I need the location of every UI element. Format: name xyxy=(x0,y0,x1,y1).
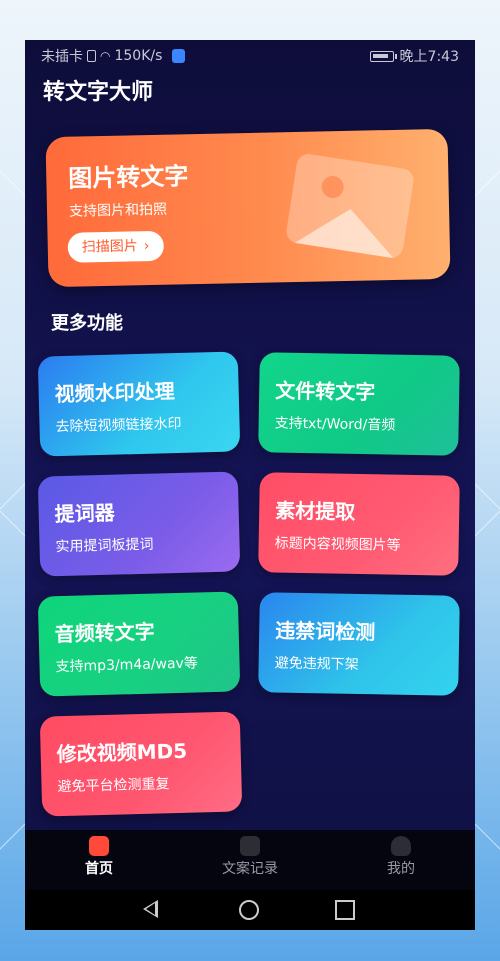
feature-subtitle: 支持txt/Word/音频 xyxy=(274,415,396,434)
chevron-right-icon: › xyxy=(143,238,150,255)
feature-title: 修改视频MD5 xyxy=(56,738,188,767)
feature-teleprompter[interactable]: 提词器 实用提词板提词 xyxy=(37,471,241,577)
tab-mine[interactable]: 我的 xyxy=(341,836,461,878)
feature-title: 违禁词检测 xyxy=(275,618,376,645)
tab-label: 首页 xyxy=(85,861,113,877)
document-icon xyxy=(240,836,260,856)
hero-title: 图片转文字 xyxy=(68,162,189,193)
feature-md5[interactable]: 修改视频MD5 避免平台检测重复 xyxy=(39,711,243,817)
network-speed: 150K/s xyxy=(114,48,163,64)
tab-copy-records[interactable]: 文案记录 xyxy=(190,836,310,878)
bottom-tab-bar: 首页 文案记录 我的 xyxy=(25,830,475,890)
feature-material-extract[interactable]: 素材提取 标题内容视频图片等 xyxy=(258,472,460,576)
status-time: 晚上7:43 xyxy=(399,49,459,65)
feature-file-to-text[interactable]: 文件转文字 支持txt/Word/音频 xyxy=(258,352,460,456)
status-left: 未插卡 ◠ 150K/s xyxy=(41,46,186,66)
picture-icon xyxy=(284,152,416,260)
status-right: 晚上7:43 xyxy=(369,46,459,66)
image-to-text-card[interactable]: 图片转文字 支持图片和拍照 扫描图片 › xyxy=(45,128,451,288)
picture-sun xyxy=(320,174,346,200)
status-bar: 未插卡 ◠ 150K/s 晚上7:43 xyxy=(25,40,475,70)
feature-audio-to-text[interactable]: 音频转文字 支持mp3/m4a/wav等 xyxy=(37,591,241,697)
battery-icon xyxy=(369,50,397,62)
feature-forbidden-words[interactable]: 违禁词检测 避免违规下架 xyxy=(258,592,460,696)
back-icon[interactable] xyxy=(143,900,158,918)
feature-video-watermark[interactable]: 视频水印处理 去除短视频链接水印 xyxy=(37,351,241,457)
scan-image-label: 扫描图片 xyxy=(81,238,138,256)
tab-home[interactable]: 首页 xyxy=(39,836,159,878)
sim-status-text: 未插卡 xyxy=(41,49,83,65)
app-title: 转文字大师 xyxy=(43,80,154,105)
shield-icon xyxy=(172,49,186,63)
tab-label: 我的 xyxy=(387,861,415,877)
tab-label: 文案记录 xyxy=(222,861,278,877)
picture-mountain xyxy=(294,201,400,259)
feature-subtitle: 标题内容视频图片等 xyxy=(274,535,401,554)
feature-subtitle: 去除短视频链接水印 xyxy=(55,415,182,436)
feature-title: 文件转文字 xyxy=(275,378,376,405)
phone-screen: 未插卡 ◠ 150K/s 晚上7:43 转文字大师 图片转文字 支持图片和拍照 … xyxy=(25,40,475,930)
feature-subtitle: 避免平台检测重复 xyxy=(57,776,170,796)
scan-image-button[interactable]: 扫描图片 › xyxy=(67,230,164,263)
feature-subtitle: 避免违规下架 xyxy=(274,655,359,673)
home-circle-icon[interactable] xyxy=(239,900,259,920)
feature-title: 音频转文字 xyxy=(54,619,155,647)
feature-subtitle: 实用提词板提词 xyxy=(55,536,154,556)
wifi-icon: ◠ xyxy=(100,49,111,63)
system-nav-bar xyxy=(25,890,475,930)
feature-title: 提词器 xyxy=(54,500,116,527)
person-icon xyxy=(391,836,411,856)
section-title: 更多功能 xyxy=(51,313,123,334)
hero-subtitle: 支持图片和拍照 xyxy=(68,201,168,220)
home-icon xyxy=(89,836,109,856)
sim-card-icon xyxy=(87,50,96,62)
feature-title: 素材提取 xyxy=(275,498,356,524)
recent-apps-icon[interactable] xyxy=(335,900,355,920)
feature-subtitle: 支持mp3/m4a/wav等 xyxy=(55,655,199,676)
feature-title: 视频水印处理 xyxy=(54,379,175,407)
